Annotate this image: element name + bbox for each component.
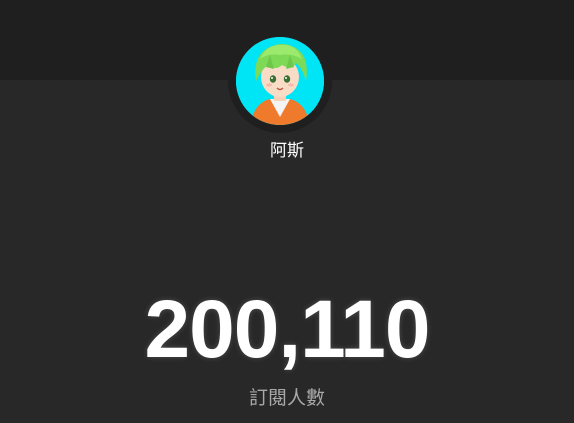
subscriber-label: 訂閱人數 xyxy=(248,387,325,409)
anime-avatar-icon xyxy=(236,37,324,125)
channel-name[interactable]: 阿斯 xyxy=(0,139,574,163)
subscriber-count: 200,110 xyxy=(144,284,431,375)
channel-avatar[interactable] xyxy=(236,37,324,125)
